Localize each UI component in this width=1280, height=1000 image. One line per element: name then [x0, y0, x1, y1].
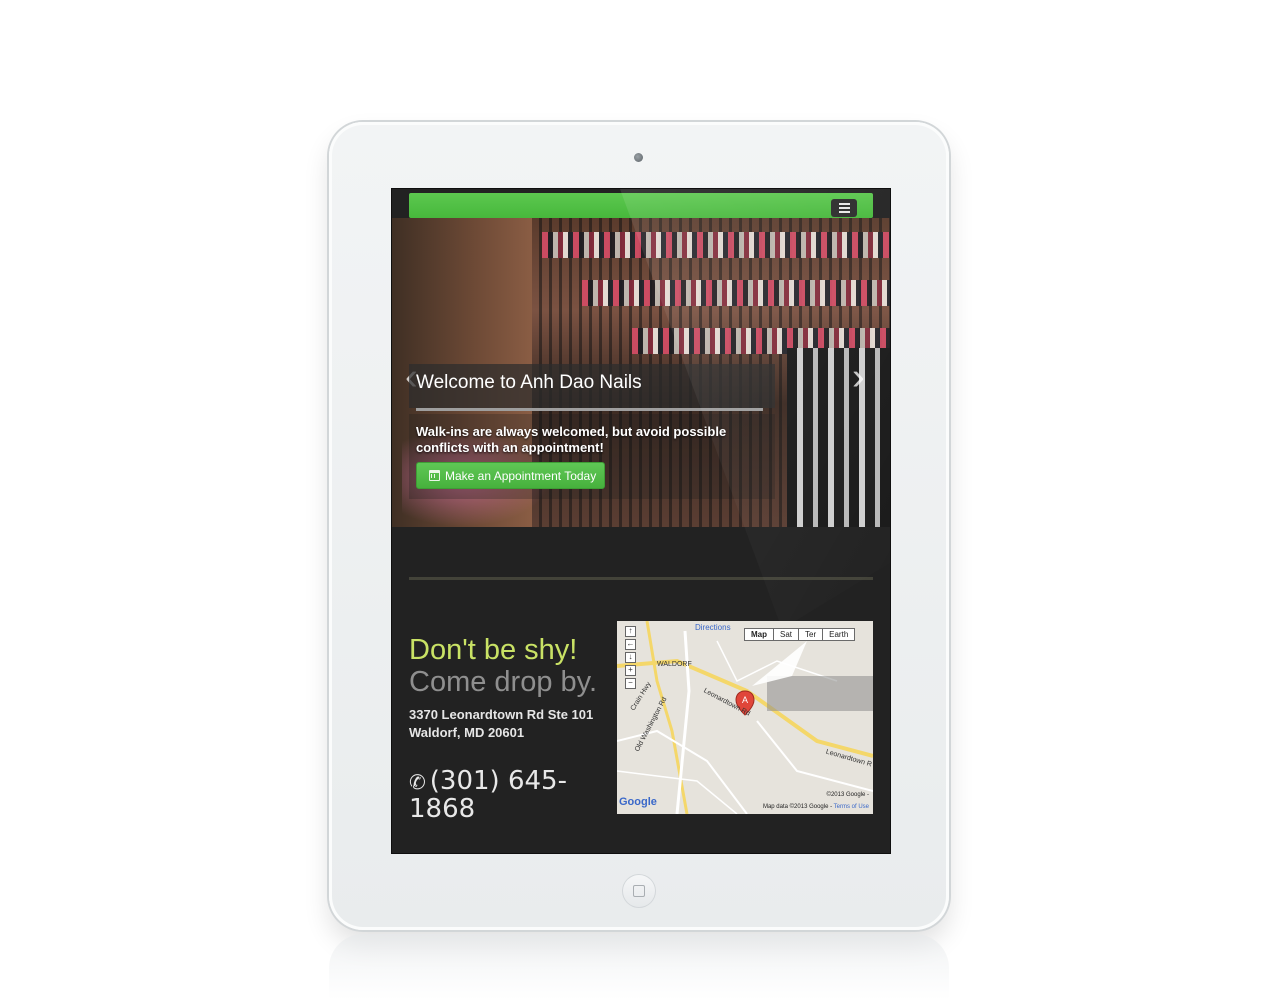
pan-left-icon[interactable]: ←: [625, 639, 636, 650]
hero-bottles-row: [582, 280, 890, 306]
hero-subtitle: Walk-ins are always welcomed, but avoid …: [416, 424, 727, 455]
map-copyright: ©2013 Google -: [826, 792, 869, 798]
screen: ‹ › Welcome to Anh Dao Nails Walk-ins ar…: [392, 189, 890, 853]
make-appointment-button[interactable]: Make an Appointment Today: [416, 462, 605, 489]
hero-tall-bottles: [787, 348, 890, 527]
phone-icon: ✆: [409, 770, 426, 794]
map-type-ter[interactable]: Ter: [798, 628, 824, 641]
camera-icon: [634, 153, 643, 162]
home-button[interactable]: [622, 874, 656, 908]
carousel-next-icon[interactable]: ›: [852, 358, 865, 396]
contact-heading-1: Don't be shy!: [409, 634, 578, 666]
map-type-switcher: Map Sat Ter Earth: [744, 628, 856, 641]
caption-divider: [416, 408, 763, 411]
address-line-1: 3370 Leonardtown Rd Ste 101: [409, 707, 594, 722]
map-type-earth[interactable]: Earth: [822, 628, 856, 641]
home-square-icon: [633, 885, 645, 897]
make-appointment-label: Make an Appointment Today: [445, 468, 597, 483]
contact-heading-2: Come drop by.: [409, 666, 598, 698]
map-type-map[interactable]: Map: [744, 628, 774, 641]
svg-text:A: A: [742, 695, 748, 705]
google-logo: Google: [619, 796, 657, 808]
phone-text: (301) 645-1868: [409, 766, 567, 824]
pan-up-icon[interactable]: ↑: [625, 626, 636, 637]
map-data-text: Map data ©2013 Google -: [762, 804, 833, 810]
zoom-in-icon[interactable]: +: [625, 665, 636, 676]
address: 3370 Leonardtown Rd Ste 101 Waldorf, MD …: [409, 706, 593, 742]
address-line-2: Waldorf, MD 20601: [409, 725, 525, 740]
zoom-out-icon[interactable]: −: [625, 678, 636, 689]
section-divider: [409, 577, 873, 580]
calendar-icon: [429, 470, 440, 481]
map-pan-controls: ↑ ← ↓ + −: [625, 626, 636, 689]
google-map[interactable]: A ↑ ← ↓ + − Directions Map Sat Ter Earth…: [617, 621, 873, 814]
pan-down-icon[interactable]: ↓: [625, 652, 636, 663]
terms-of-use-link[interactable]: Terms of Use: [834, 804, 869, 810]
hero-bottles-row: [542, 232, 890, 258]
tablet-reflection: [329, 934, 949, 1000]
map-type-sat[interactable]: Sat: [773, 628, 800, 641]
hero-carousel: ‹ › Welcome to Anh Dao Nails Walk-ins ar…: [392, 218, 890, 527]
hero-title: Welcome to Anh Dao Nails: [416, 372, 642, 393]
map-place-label: WALDORF: [657, 661, 692, 668]
map-directions-link[interactable]: Directions: [695, 623, 731, 632]
map-data-notice: Map data ©2013 Google - Terms of Use: [763, 804, 869, 810]
phone-number[interactable]: ✆ (301) 645-1868: [409, 768, 609, 823]
navbar: [409, 193, 873, 218]
hamburger-icon[interactable]: [831, 199, 857, 217]
